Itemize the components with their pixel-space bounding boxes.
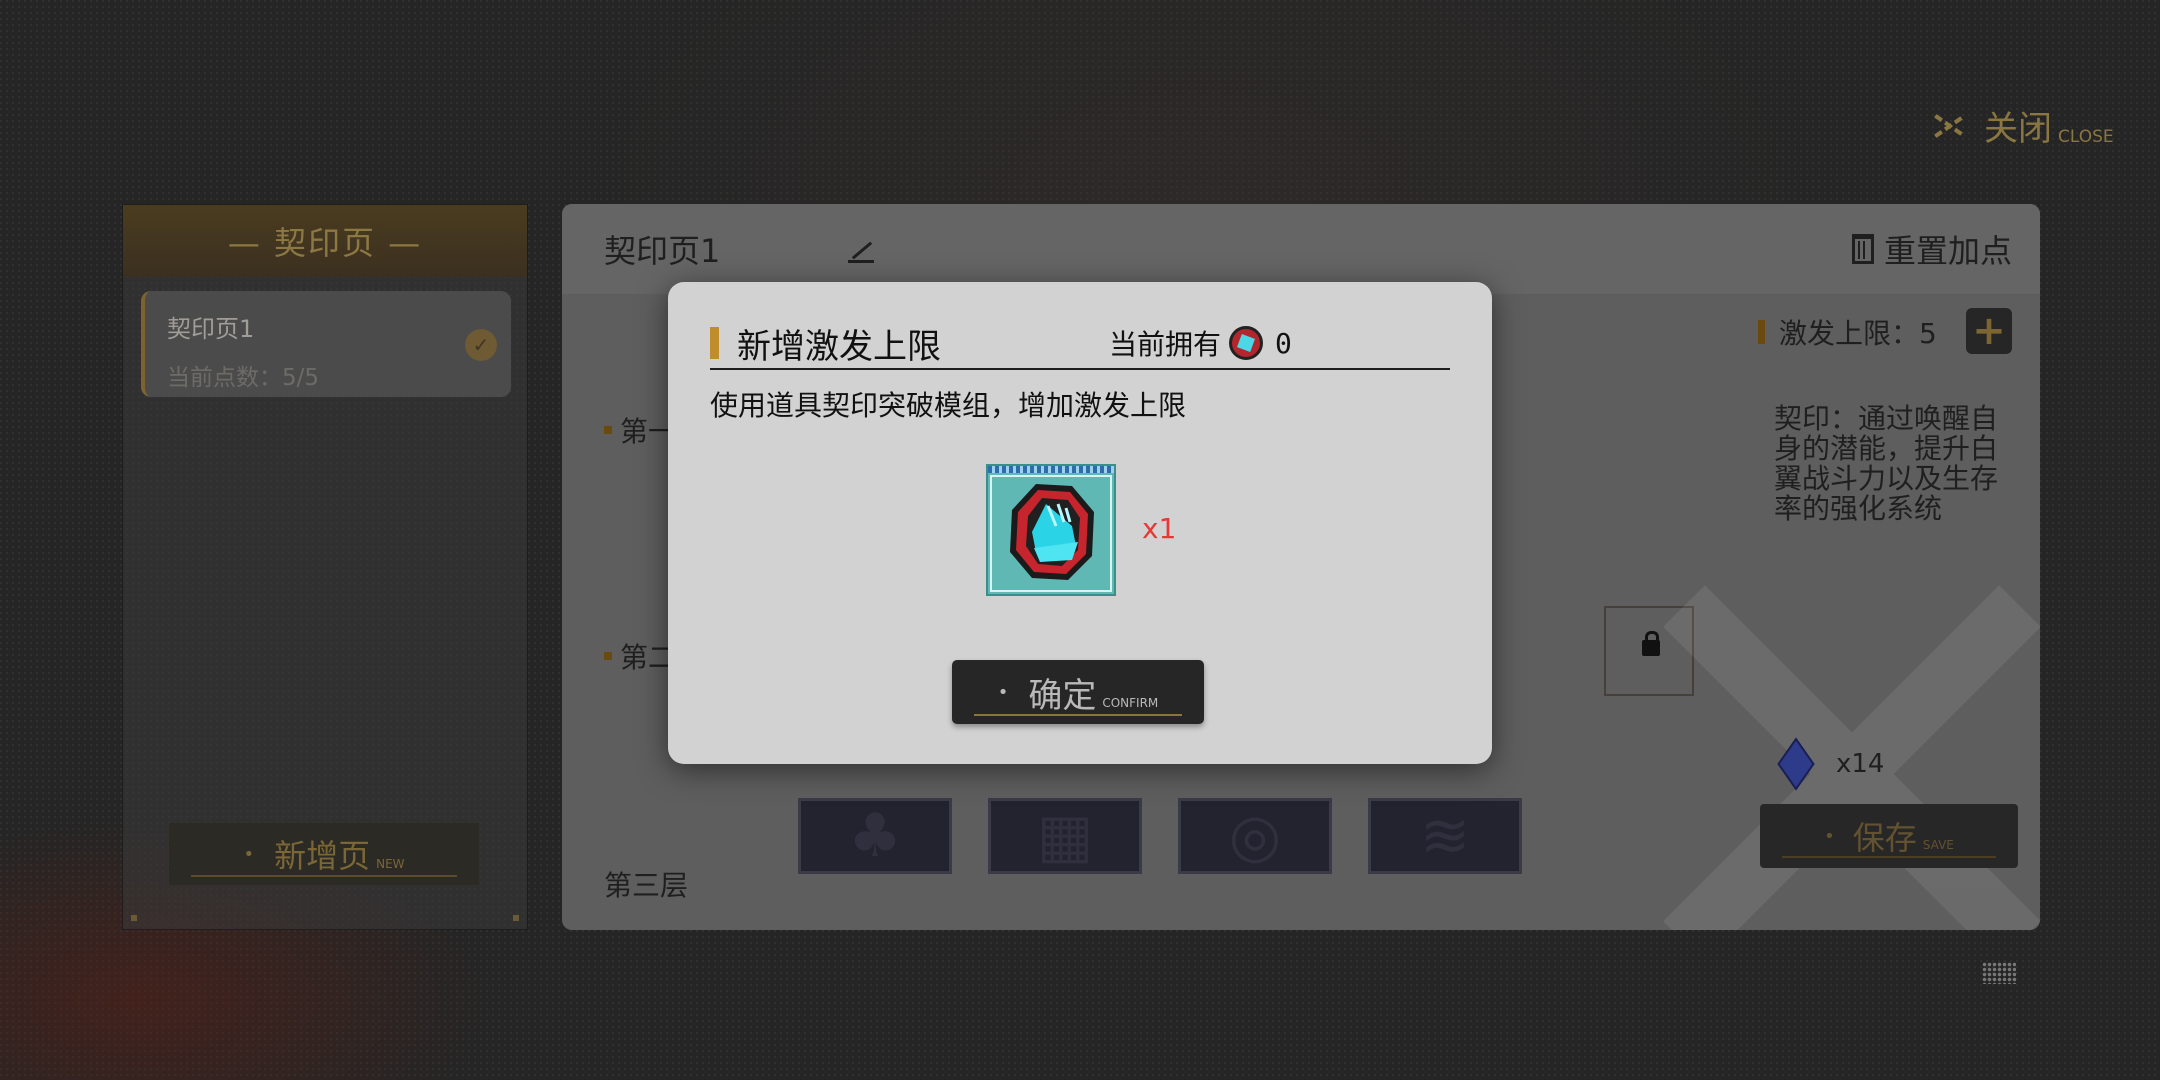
- seal-module-item[interactable]: [986, 464, 1116, 596]
- dialog-subtitle: 使用道具契印突破模组，增加激发上限: [710, 389, 1187, 422]
- confirm-button[interactable]: • 确定 CONFIRM: [952, 660, 1204, 724]
- item-rarity-strip: [988, 466, 1114, 473]
- title-mark: [710, 327, 719, 359]
- confirm-sub-label: CONFIRM: [1102, 696, 1159, 710]
- seal-module-icon: [1229, 326, 1264, 360]
- seal-module-icon: [1010, 484, 1094, 580]
- owned-count-value: 0: [1275, 326, 1292, 360]
- add-trigger-limit-dialog: 新增激发上限 当前拥有 0 使用道具契印突破模组，增加激发上限 x1 • 确定 …: [668, 282, 1492, 764]
- owned-label: 当前拥有: [1109, 328, 1222, 361]
- confirm-label: 确定: [1028, 675, 1097, 716]
- item-quantity: x1: [1142, 512, 1177, 545]
- dialog-title-bar: 新增激发上限 当前拥有 0: [710, 318, 1450, 370]
- button-dot-icon: •: [997, 681, 1009, 703]
- dialog-title: 新增激发上限: [737, 326, 941, 367]
- owned-count: 当前拥有 0: [1109, 323, 1292, 363]
